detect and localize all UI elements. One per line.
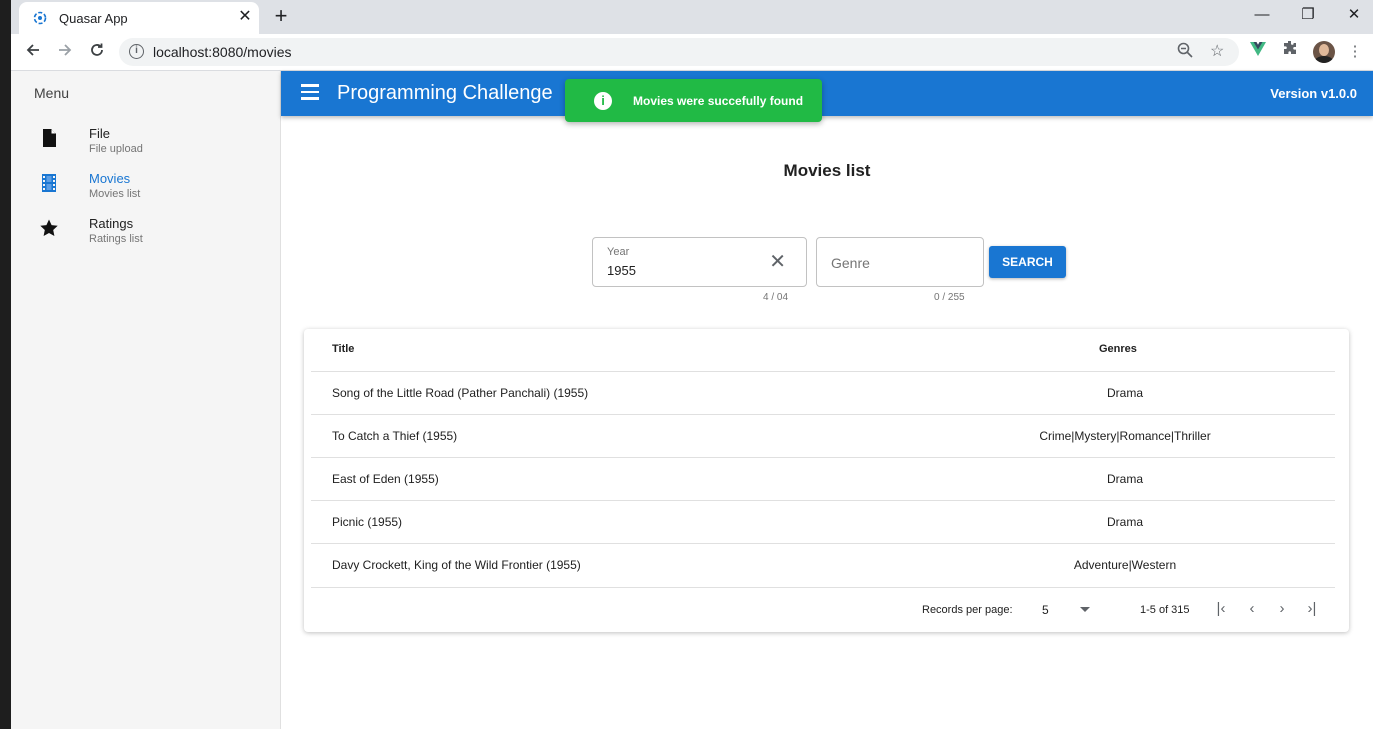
menu-hamburger-icon[interactable] bbox=[301, 84, 321, 102]
browser-toolbar: i localhost:8080/movies ☆ ⋮ bbox=[11, 34, 1373, 71]
bookmark-star-icon[interactable]: ☆ bbox=[1210, 41, 1224, 61]
pagination-range: 1-5 of 315 bbox=[1140, 604, 1190, 616]
cell-genres: Adventure|Western bbox=[1073, 558, 1177, 572]
table-header: Title Genres bbox=[304, 329, 1349, 371]
browser-window: Quasar App ✕ + — ❐ ✕ i localhost:8080/mo… bbox=[11, 0, 1373, 729]
year-field-label: Year bbox=[607, 246, 630, 258]
next-page-icon[interactable]: › bbox=[1272, 599, 1292, 619]
table-row[interactable]: Picnic (1955) Drama bbox=[311, 500, 1335, 543]
drawer-header: Menu bbox=[34, 85, 70, 101]
table-row[interactable]: Song of the Little Road (Pather Panchali… bbox=[311, 371, 1335, 414]
prev-page-icon[interactable]: ‹ bbox=[1242, 599, 1262, 619]
tab-title: Quasar App bbox=[59, 11, 128, 26]
cell-genres: Drama bbox=[1106, 515, 1143, 529]
url-text[interactable]: localhost:8080/movies bbox=[153, 44, 292, 60]
browser-menu-icon[interactable]: ⋮ bbox=[1343, 40, 1367, 64]
forward-icon[interactable] bbox=[52, 39, 78, 65]
sidebar-item-caption: Ratings list bbox=[89, 233, 143, 245]
cell-title: Davy Crockett, King of the Wild Frontier… bbox=[332, 558, 581, 572]
film-icon bbox=[42, 174, 56, 192]
sidebar-item-ratings[interactable]: Ratings Ratings list bbox=[11, 209, 280, 254]
genre-field[interactable]: Genre bbox=[816, 237, 984, 287]
movies-table: Title Genres Song of the Little Road (Pa… bbox=[304, 329, 1349, 632]
minimize-icon[interactable]: — bbox=[1239, 0, 1285, 30]
site-info-icon[interactable]: i bbox=[129, 44, 144, 59]
year-field-value[interactable]: 1955 bbox=[607, 263, 636, 278]
table-pagination: Records per page: 5 1-5 of 315 |‹ ‹ › ›| bbox=[311, 587, 1335, 632]
cell-genres: Drama bbox=[1106, 472, 1143, 486]
app-title: Programming Challenge bbox=[337, 82, 553, 104]
sidebar-item-caption: File upload bbox=[89, 143, 143, 155]
sidebar-item-caption: Movies list bbox=[89, 188, 141, 200]
year-field-counter: 4 / 04 bbox=[763, 292, 789, 303]
window-close-icon[interactable]: ✕ bbox=[1331, 0, 1373, 30]
cell-genres: Drama bbox=[1106, 386, 1143, 400]
back-icon[interactable] bbox=[20, 39, 46, 65]
address-bar[interactable]: i localhost:8080/movies ☆ bbox=[119, 38, 1239, 66]
table-row[interactable]: East of Eden (1955) Drama bbox=[311, 457, 1335, 500]
quasar-logo-icon bbox=[33, 11, 47, 25]
clear-icon[interactable]: ✕ bbox=[769, 252, 786, 272]
side-drawer: Menu File File upload Movies Movies list… bbox=[11, 71, 281, 729]
genre-field-placeholder[interactable]: Genre bbox=[831, 255, 870, 271]
cell-title: East of Eden (1955) bbox=[332, 472, 439, 486]
vue-devtools-icon[interactable] bbox=[1246, 40, 1270, 64]
cell-title: Picnic (1955) bbox=[332, 515, 403, 529]
sidebar-item-file[interactable]: File File upload bbox=[11, 119, 280, 164]
extensions-icon[interactable] bbox=[1278, 40, 1302, 64]
sidebar-item-label: Movies bbox=[89, 171, 131, 186]
tab-close-icon[interactable]: ✕ bbox=[235, 7, 255, 27]
sidebar-item-label: Ratings bbox=[89, 216, 134, 231]
table-row[interactable]: Davy Crockett, King of the Wild Frontier… bbox=[311, 543, 1335, 586]
table-row[interactable]: To Catch a Thief (1955) Crime|Mystery|Ro… bbox=[311, 414, 1335, 457]
notification-message: Movies were succefully found bbox=[633, 94, 804, 108]
sidebar-item-label: File bbox=[89, 126, 110, 141]
browser-tab[interactable]: Quasar App ✕ bbox=[19, 2, 259, 34]
search-button[interactable]: SEARCH bbox=[989, 246, 1066, 278]
tab-strip: Quasar App ✕ + — ❐ ✕ bbox=[11, 0, 1373, 34]
column-header-genres[interactable]: Genres bbox=[1099, 343, 1137, 355]
genre-field-counter: 0 / 255 bbox=[934, 292, 965, 303]
page-title: Movies list bbox=[783, 161, 871, 180]
file-icon bbox=[43, 129, 56, 147]
cell-title: Song of the Little Road (Pather Panchali… bbox=[332, 386, 589, 400]
profile-avatar[interactable] bbox=[1313, 41, 1335, 63]
records-per-page-select[interactable]: 5 bbox=[1042, 603, 1049, 617]
dropdown-caret-icon[interactable] bbox=[1080, 607, 1090, 612]
first-page-icon[interactable]: |‹ bbox=[1211, 599, 1231, 619]
success-notification: i Movies were succefully found bbox=[565, 79, 822, 122]
year-field[interactable]: Year 1955 ✕ bbox=[592, 237, 807, 287]
zoom-icon[interactable] bbox=[1177, 42, 1193, 62]
star-icon bbox=[40, 219, 58, 236]
last-page-icon[interactable]: ›| bbox=[1302, 599, 1322, 619]
info-icon: i bbox=[594, 92, 612, 110]
version-label: Version v1.0.0 bbox=[1270, 86, 1357, 101]
cell-title: To Catch a Thief (1955) bbox=[332, 429, 458, 443]
app-header: Programming Challenge Version v1.0.0 bbox=[281, 71, 1373, 116]
reload-icon[interactable] bbox=[84, 39, 110, 65]
restore-icon[interactable]: ❐ bbox=[1285, 0, 1331, 30]
sidebar-item-movies[interactable]: Movies Movies list bbox=[11, 164, 280, 209]
records-per-page-label: Records per page: bbox=[922, 604, 1013, 616]
cell-genres: Crime|Mystery|Romance|Thriller bbox=[1039, 429, 1211, 443]
new-tab-button[interactable]: + bbox=[269, 4, 293, 28]
column-header-title[interactable]: Title bbox=[332, 343, 354, 355]
